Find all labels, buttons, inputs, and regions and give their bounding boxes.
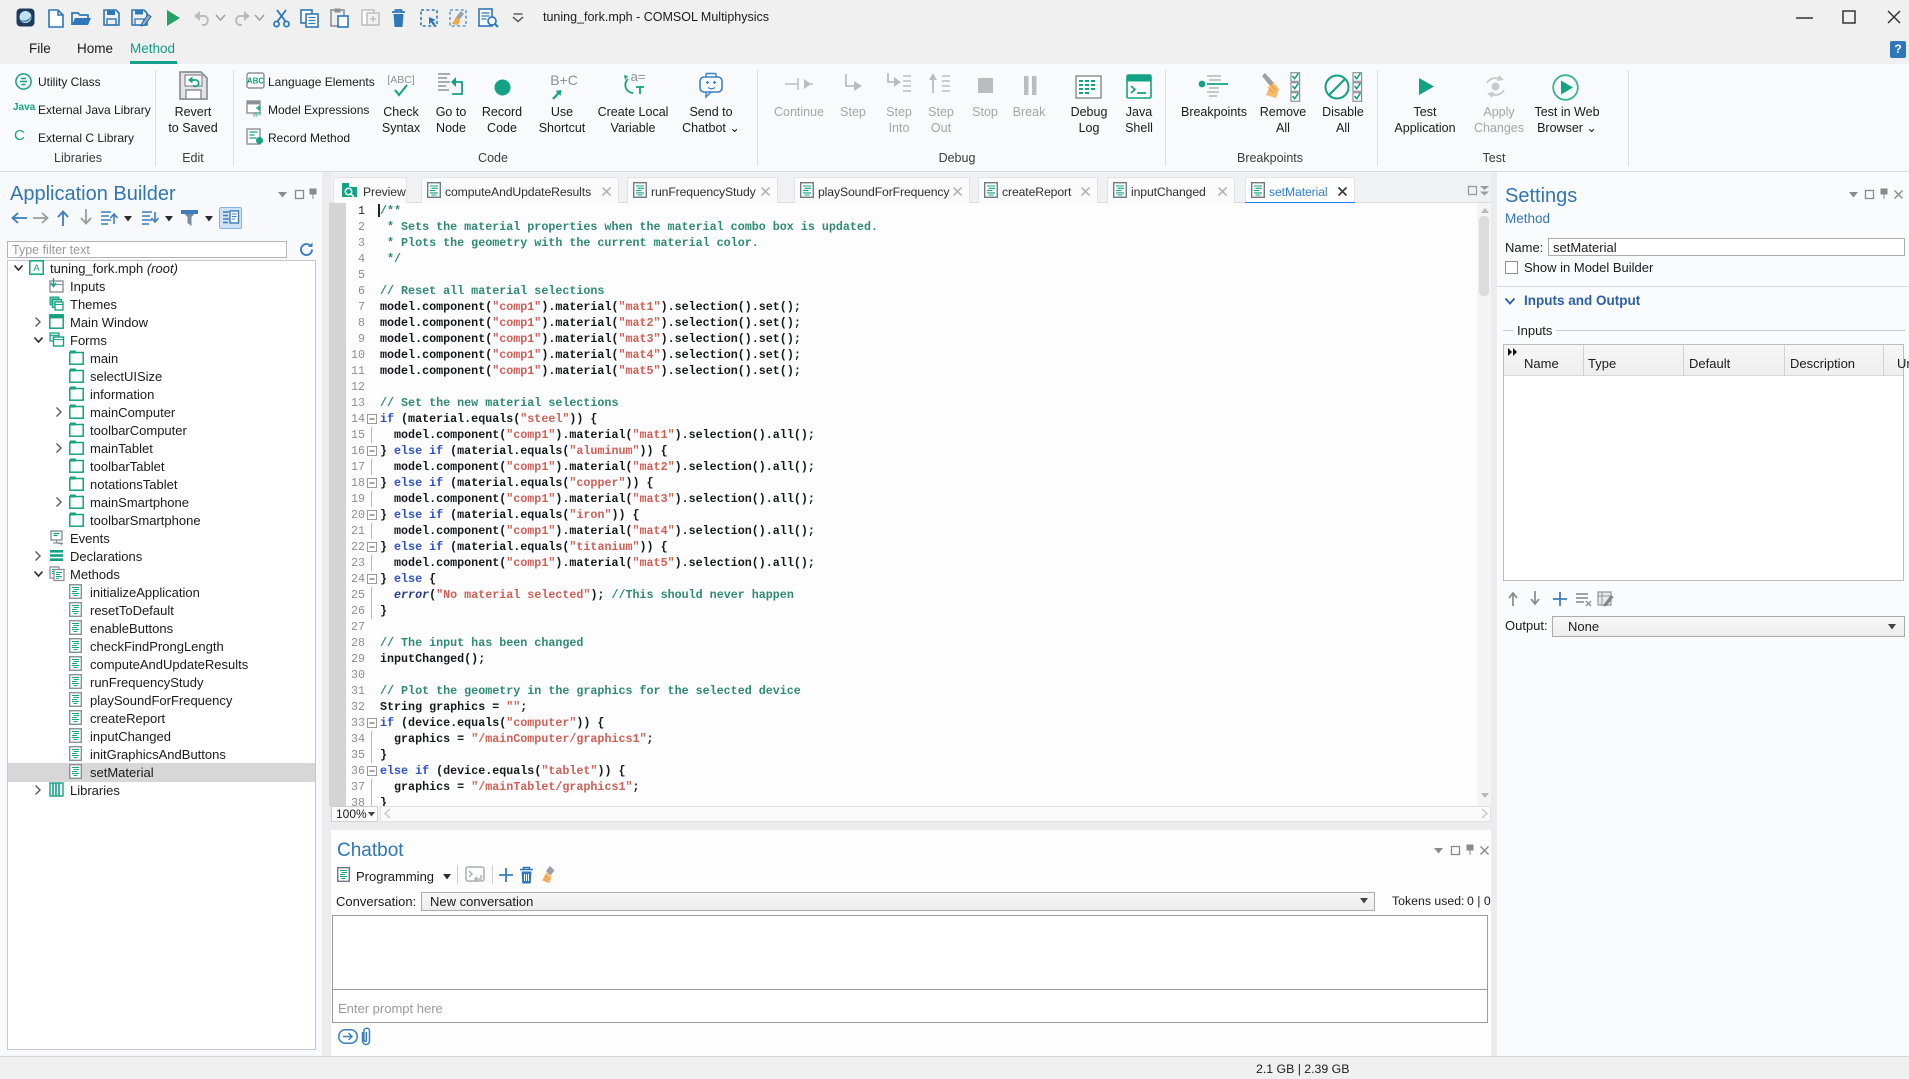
svg-text:[ABC]: [ABC] [387, 74, 415, 86]
svg-text:a=: a= [631, 69, 646, 84]
svg-text:A: A [33, 263, 40, 274]
svg-text:ABC: ABC [247, 77, 265, 86]
svg-text:B+C: B+C [550, 72, 578, 88]
svg-text:a=: a= [253, 110, 262, 119]
